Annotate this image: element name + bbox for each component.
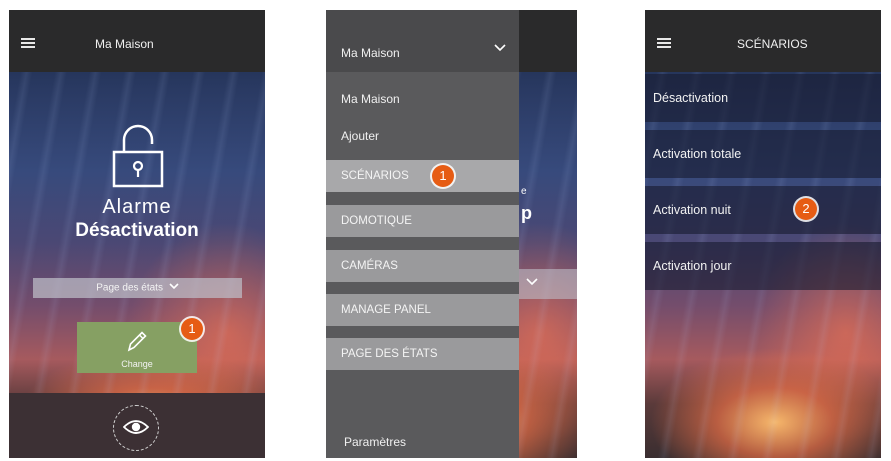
alarm-screen: Ma Maison Alarme Désactivation Page des …	[9, 10, 265, 458]
side-menu: Ma Maison Ma Maison Ajouter SCÉNARIOS DO…	[326, 10, 519, 458]
menu-item-status-page[interactable]: PAGE DES ÉTATS	[326, 338, 519, 370]
house-selector[interactable]: Ma Maison	[326, 10, 519, 72]
menu-screen: e p Ma Maison Ma Maison Ajouter SCÉNARIO…	[326, 10, 577, 458]
screen-title: SCÉNARIOS	[737, 37, 808, 51]
menu-item-cameras[interactable]: CAMÉRAS	[326, 250, 519, 282]
change-button-label: Change	[121, 359, 153, 369]
scenario-row[interactable]: Activation nuit	[645, 186, 881, 234]
scenario-row[interactable]: Activation totale	[645, 130, 881, 178]
menu-item-domotique[interactable]: DOMOTIQUE	[326, 205, 519, 237]
eye-icon	[123, 420, 149, 434]
alarm-label: Alarme	[102, 196, 172, 218]
chevron-down-icon[interactable]	[494, 44, 506, 52]
scenario-row[interactable]: Activation jour	[645, 242, 881, 290]
step-badge: 1	[181, 318, 203, 340]
menu-house-item[interactable]: Ma Maison	[341, 92, 400, 106]
change-button[interactable]: Change	[77, 322, 197, 373]
unlocked-padlock-icon	[112, 124, 164, 188]
menu-item-settings[interactable]: Paramètres	[344, 435, 406, 449]
scenario-row[interactable]: Désactivation	[645, 74, 881, 122]
pencil-icon	[127, 331, 147, 352]
house-title: Ma Maison	[95, 37, 154, 51]
menu-item-manage-panel[interactable]: MANAGE PANEL	[326, 294, 519, 326]
alarm-state: Désactivation	[75, 220, 199, 241]
menu-add-item[interactable]: Ajouter	[341, 129, 379, 143]
scenarios-screen: SCÉNARIOS Désactivation Activation total…	[645, 10, 881, 458]
view-button[interactable]	[113, 405, 159, 451]
step-badge: 2	[795, 198, 817, 220]
hamburger-menu-icon[interactable]	[21, 38, 35, 48]
chevron-down-icon	[169, 278, 179, 298]
step-badge: 1	[432, 165, 454, 187]
hamburger-menu-icon[interactable]	[657, 38, 671, 48]
house-selector-label: Ma Maison	[341, 46, 400, 60]
top-bar: Ma Maison	[9, 10, 265, 72]
status-page-label: Page des états	[96, 282, 163, 294]
top-bar: SCÉNARIOS	[645, 10, 881, 72]
status-page-dropdown[interactable]: Page des états	[33, 278, 242, 298]
menu-item-scenarios[interactable]: SCÉNARIOS	[326, 160, 519, 192]
